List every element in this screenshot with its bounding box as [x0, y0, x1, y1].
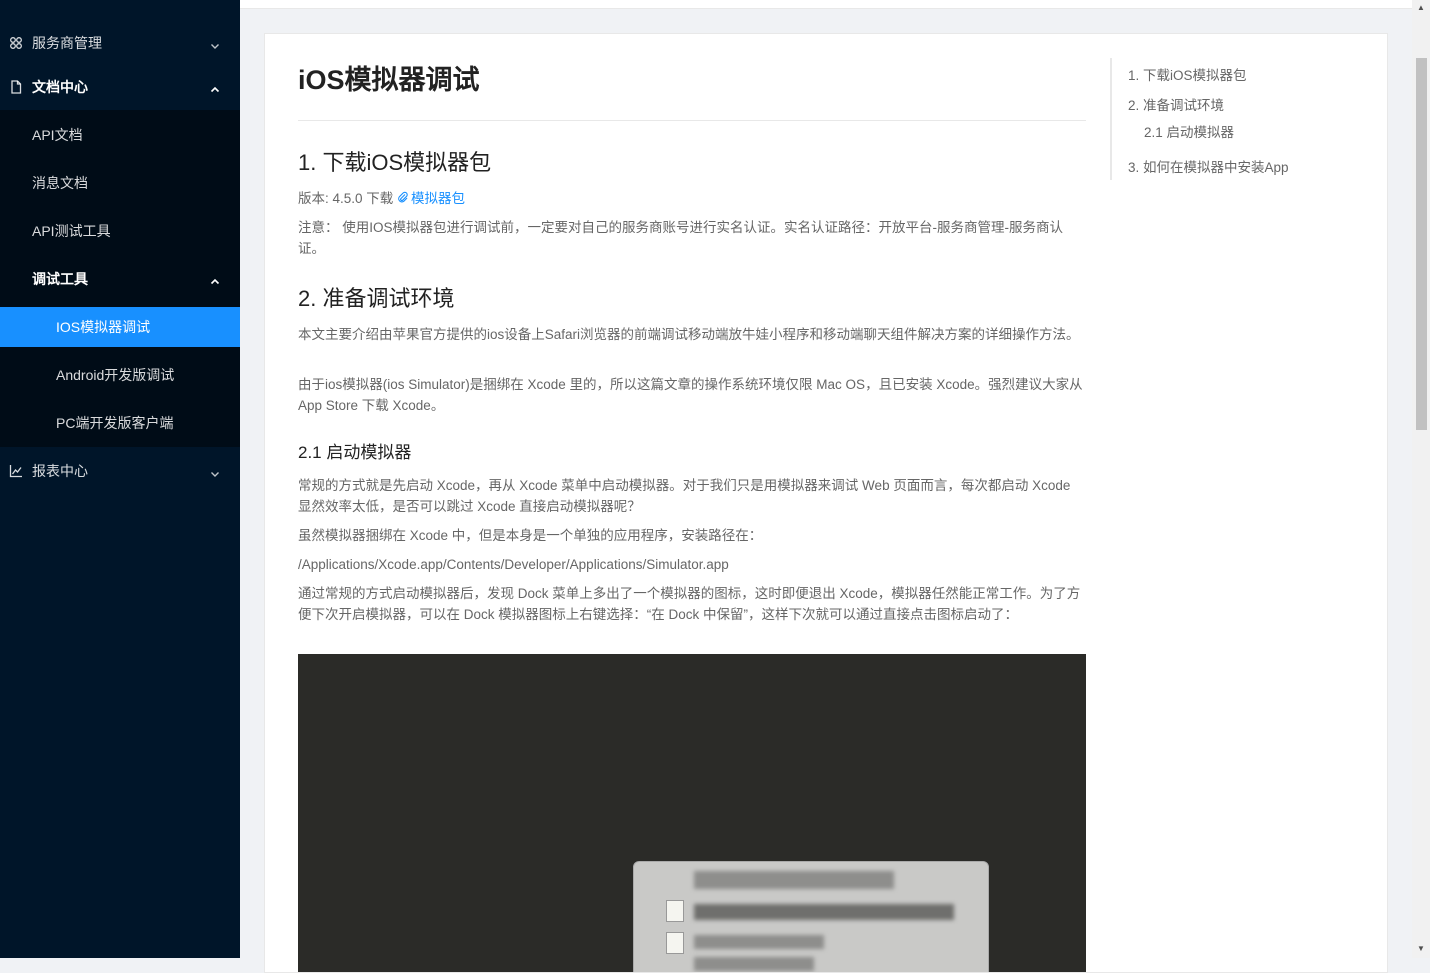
sidebar-item-label: 调试工具	[32, 271, 88, 287]
sidebar-item-api-docs[interactable]: API文档	[0, 113, 240, 157]
chevron-up-icon	[210, 274, 220, 285]
sidebar-item-message-docs[interactable]: 消息文档	[0, 161, 240, 205]
table-of-contents: 1. 下载iOS模拟器包 2. 准备调试环境 2.1 启动模拟器 3. 如何在模…	[1110, 58, 1387, 180]
version-line: 版本: 4.5.0 下载 模拟器包	[298, 188, 1086, 209]
paragraph: 通过常规的方式启动模拟器后，发现 Dock 菜单上多出了一个模拟器的图标，这时即…	[298, 586, 1081, 622]
sidebar-item-label: API测试工具	[32, 223, 111, 239]
line-chart-icon	[8, 463, 24, 479]
scroll-down-arrow-icon[interactable]: ▼	[1416, 944, 1426, 954]
toc-item-1[interactable]: 1. 下载iOS模拟器包	[1128, 64, 1247, 84]
sidebar-item-label: 服务商管理	[32, 35, 102, 51]
sidebar-item-label: 报表中心	[32, 463, 88, 479]
blurred-row	[694, 871, 894, 889]
file-icon	[666, 900, 684, 922]
sidebar-item-api-test-tool[interactable]: API测试工具	[0, 209, 240, 253]
sidebar-item-debug-tools[interactable]: 调试工具	[0, 257, 240, 301]
cluster-icon	[8, 35, 24, 51]
download-link-label: 模拟器包	[411, 191, 466, 206]
sidebar-item-label: API文档	[32, 127, 83, 143]
sidebar-item-label: 文档中心	[32, 79, 88, 95]
sidebar-item-label: IOS模拟器调试	[56, 319, 151, 335]
blurred-window	[633, 861, 989, 972]
toc-item-3[interactable]: 3. 如何在模拟器中安装App	[1128, 156, 1289, 176]
sidebar-item-label: 消息文档	[32, 175, 88, 191]
sidebar-item-label: PC端开发版客户端	[56, 415, 174, 431]
blurred-row	[694, 935, 824, 949]
screenshot-image	[298, 654, 1086, 972]
sidebar: 服务商管理 文档中心 API文档 消息文档 API测试工具 调试工具 IOS模拟…	[0, 0, 240, 958]
chevron-down-icon	[210, 38, 220, 49]
doc-card: iOS模拟器调试 1. 下载iOS模拟器包 版本: 4.5.0 下载 模拟器包 …	[264, 33, 1388, 973]
section-2-title: 2. 准备调试环境	[298, 286, 455, 311]
paragraph: 由于ios模拟器(ios Simulator)是捆绑在 Xcode 里的，所以这…	[298, 377, 1083, 413]
sidebar-item-pc-client[interactable]: PC端开发版客户端	[0, 401, 240, 445]
chevron-down-icon	[210, 466, 220, 477]
download-link[interactable]: 模拟器包	[397, 191, 465, 206]
page-title: iOS模拟器调试	[298, 65, 480, 95]
header-bar	[240, 0, 1412, 9]
section-1-title: 1. 下载iOS模拟器包	[298, 150, 492, 175]
path-text: /Applications/Xcode.app/Contents/Develop…	[298, 557, 729, 572]
sidebar-item-provider-management[interactable]: 服务商管理	[0, 21, 240, 65]
toc-item-2[interactable]: 2. 准备调试环境	[1128, 94, 1224, 114]
version-text: 版本: 4.5.0 下载	[298, 191, 394, 206]
sidebar-item-doc-center[interactable]: 文档中心	[0, 65, 240, 109]
divider	[298, 120, 1086, 121]
chevron-up-icon	[210, 82, 220, 93]
paragraph: 本文主要介绍由苹果官方提供的ios设备上Safari浏览器的前端调试移动端放牛娃…	[298, 327, 1080, 342]
sidebar-item-ios-simulator-debug[interactable]: IOS模拟器调试	[0, 307, 240, 347]
file-icon	[666, 932, 684, 954]
file-icon	[8, 79, 24, 95]
toc-item-2-1[interactable]: 2.1 启动模拟器	[1144, 121, 1234, 141]
blurred-row	[694, 904, 954, 920]
page-scrollbar[interactable]: ▲ ▼	[1412, 0, 1430, 958]
blurred-row	[694, 957, 814, 971]
sidebar-item-label: Android开发版调试	[56, 367, 175, 383]
scrollbar-thumb[interactable]	[1416, 58, 1427, 430]
paperclip-icon	[397, 188, 411, 209]
paragraph: 常规的方式就是先启动 Xcode，再从 Xcode 菜单中启动模拟器。对于我们只…	[298, 478, 1071, 514]
sidebar-item-android-debug[interactable]: Android开发版调试	[0, 353, 240, 397]
section-2-1-title: 2.1 启动模拟器	[298, 443, 412, 462]
paragraph: 虽然模拟器捆绑在 Xcode 中，但是本身是一个单独的应用程序，安装路径在：	[298, 528, 763, 543]
sidebar-item-report-center[interactable]: 报表中心	[0, 449, 240, 493]
scroll-up-arrow-icon[interactable]: ▲	[1416, 3, 1426, 13]
note-paragraph: 注意： 使用IOS模拟器包进行调试前，一定要对自己的服务商账号进行实名认证。实名…	[298, 220, 1063, 256]
